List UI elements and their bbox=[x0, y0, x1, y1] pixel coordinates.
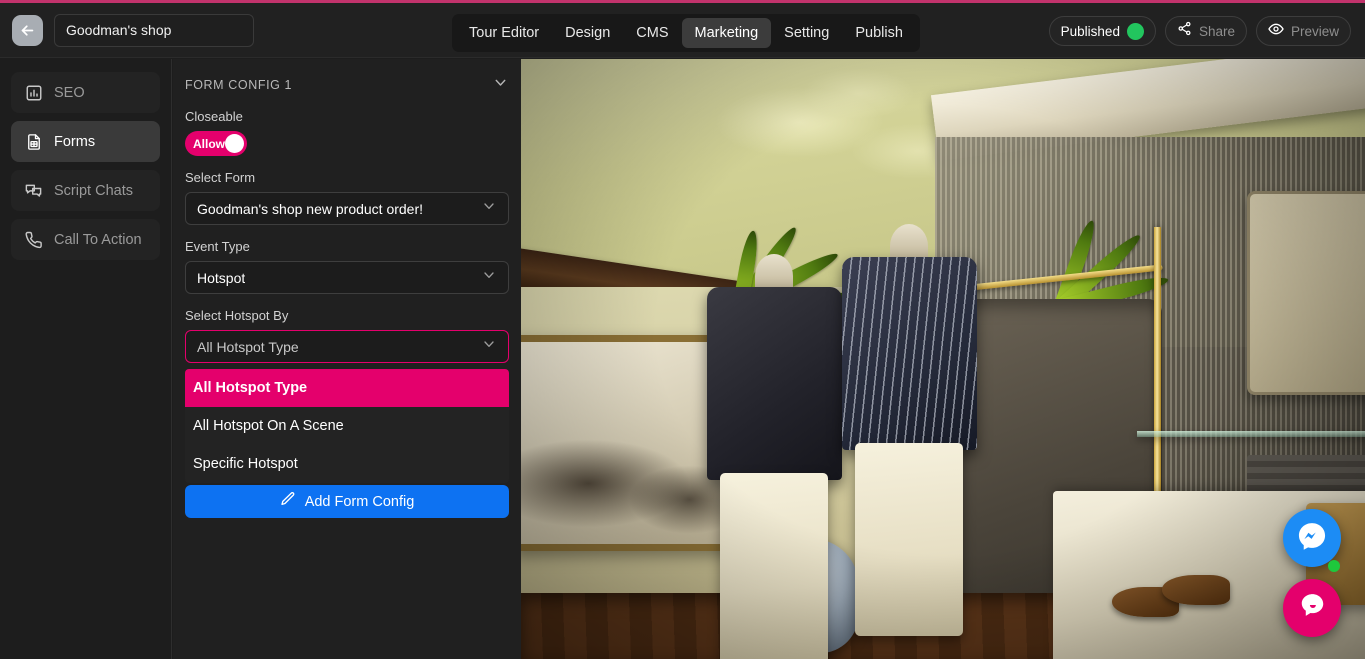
mannequin-left bbox=[706, 253, 842, 659]
pencil-icon bbox=[280, 491, 296, 512]
chat-bubble-icon bbox=[1297, 590, 1328, 626]
mannequin-right bbox=[841, 223, 977, 637]
share-nodes-icon bbox=[1177, 21, 1192, 41]
share-label: Share bbox=[1198, 23, 1235, 39]
select-form-label: Select Form bbox=[185, 170, 256, 185]
top-bar: Tour Editor Design CMS Marketing Setting… bbox=[0, 3, 1365, 58]
sidebar-item-forms[interactable]: Forms bbox=[11, 121, 160, 162]
sidebar-item-call-to-action[interactable]: Call To Action bbox=[11, 219, 160, 260]
mannequin-pinstripe-jacket bbox=[841, 257, 977, 451]
share-button[interactable]: Share bbox=[1164, 16, 1247, 46]
tab-tour-editor[interactable]: Tour Editor bbox=[456, 18, 552, 48]
main-nav-tabs: Tour Editor Design CMS Marketing Setting… bbox=[452, 14, 920, 52]
panorama-scene bbox=[521, 59, 1365, 659]
sidebar-item-label: Call To Action bbox=[54, 231, 142, 248]
form-config-panel: FORM CONFIG 1 Closeable Allow Select For… bbox=[173, 59, 521, 659]
event-type-label: Event Type bbox=[185, 239, 250, 254]
tab-design[interactable]: Design bbox=[552, 18, 623, 48]
dropdown-option-specific-hotspot[interactable]: Specific Hotspot bbox=[185, 445, 509, 483]
dropdown-option-all-hotspot-type[interactable]: All Hotspot Type bbox=[185, 369, 509, 407]
document-form-icon bbox=[24, 132, 43, 151]
chart-bar-icon bbox=[24, 83, 43, 102]
glass-shelf bbox=[1137, 431, 1365, 437]
hotspot-type-dropdown-list: All Hotspot Type All Hotspot On A Scene … bbox=[185, 369, 509, 483]
select-form-dropdown[interactable]: Goodman's shop new product order! bbox=[185, 192, 509, 225]
sidebar-item-seo[interactable]: SEO bbox=[11, 72, 160, 113]
add-form-config-label: Add Form Config bbox=[304, 493, 415, 510]
messenger-icon bbox=[1296, 520, 1328, 557]
topbar-actions: Published Share Preview bbox=[1048, 16, 1351, 46]
preview-label: Preview bbox=[1290, 23, 1339, 39]
event-type-value: Hotspot bbox=[197, 269, 246, 286]
support-chat-button[interactable] bbox=[1283, 579, 1341, 637]
page-title: FORM CONFIG 1 bbox=[185, 78, 293, 92]
select-hotspot-by-value: All Hotspot Type bbox=[197, 338, 299, 355]
mannequin-trousers bbox=[855, 443, 964, 637]
app-root: Tour Editor Design CMS Marketing Setting… bbox=[0, 0, 1365, 659]
select-form-value: Goodman's shop new product order! bbox=[197, 200, 424, 217]
select-hotspot-by-dropdown[interactable]: All Hotspot Type bbox=[185, 330, 509, 363]
tab-marketing[interactable]: Marketing bbox=[681, 18, 772, 48]
toggle-label: Allow bbox=[193, 136, 225, 151]
back-button[interactable] bbox=[12, 14, 43, 46]
closeable-label: Closeable bbox=[185, 109, 243, 124]
panorama-viewer[interactable] bbox=[521, 59, 1365, 659]
event-type-dropdown[interactable]: Hotspot bbox=[185, 261, 509, 294]
sidebar-item-label: Script Chats bbox=[54, 182, 133, 199]
sidebar-item-label: Forms bbox=[54, 133, 96, 150]
arrow-left-icon bbox=[19, 22, 36, 39]
wall-luggage bbox=[1246, 191, 1365, 395]
project-title-input[interactable] bbox=[54, 13, 254, 47]
eye-icon bbox=[1268, 21, 1284, 42]
phone-icon bbox=[24, 230, 43, 249]
add-form-config-button[interactable]: Add Form Config bbox=[185, 485, 509, 518]
form-config-header[interactable]: FORM CONFIG 1 bbox=[185, 74, 509, 96]
messenger-online-dot bbox=[1328, 560, 1340, 572]
dropdown-option-all-hotspot-on-a-scene[interactable]: All Hotspot On A Scene bbox=[185, 407, 509, 445]
left-sidebar: SEO Forms Script Chats Call To Action bbox=[0, 59, 172, 659]
preview-button[interactable]: Preview bbox=[1255, 16, 1351, 46]
toggle-knob bbox=[225, 134, 244, 153]
tab-publish[interactable]: Publish bbox=[842, 18, 916, 48]
mannequin-jacket bbox=[706, 287, 842, 481]
chevron-down-icon[interactable] bbox=[492, 74, 509, 96]
chevron-down-icon bbox=[481, 267, 497, 288]
tab-setting[interactable]: Setting bbox=[771, 18, 842, 48]
select-hotspot-by-label: Select Hotspot By bbox=[185, 308, 289, 323]
publish-status-label: Published bbox=[1060, 23, 1120, 39]
messenger-chat-button[interactable] bbox=[1283, 509, 1341, 567]
tab-cms[interactable]: CMS bbox=[623, 18, 681, 48]
mannequin-trousers bbox=[720, 473, 829, 659]
chat-bubbles-icon bbox=[24, 181, 43, 200]
sidebar-item-script-chats[interactable]: Script Chats bbox=[11, 170, 160, 211]
sidebar-item-label: SEO bbox=[54, 84, 85, 101]
chevron-down-icon bbox=[481, 198, 497, 219]
chevron-down-icon bbox=[481, 336, 497, 357]
status-dot-icon bbox=[1126, 22, 1144, 40]
display-shoe-right bbox=[1162, 575, 1230, 605]
closeable-toggle[interactable]: Allow bbox=[185, 131, 247, 156]
publish-status-badge[interactable]: Published bbox=[1048, 16, 1156, 46]
